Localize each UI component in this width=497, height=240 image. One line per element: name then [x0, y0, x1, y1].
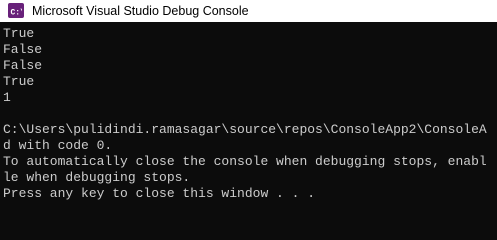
console-line: To automatically close the console when … [3, 154, 487, 169]
console-line: False [3, 58, 43, 73]
svg-text:C:\: C:\ [11, 8, 23, 16]
window-title: Microsoft Visual Studio Debug Console [32, 4, 249, 18]
console-line: le when debugging stops. [3, 170, 191, 185]
console-line: C:\Users\pulidindi.ramasagar\source\repo… [3, 122, 487, 137]
console-line: True [3, 26, 35, 41]
vs-console-icon: C:\ [8, 3, 24, 18]
console-line: d with code 0. [3, 138, 113, 153]
console-line: 1 [3, 90, 11, 105]
console-line: True [3, 74, 35, 89]
console-line: Press any key to close this window . . . [3, 186, 316, 201]
debug-console-window: C:\ Microsoft Visual Studio Debug Consol… [0, 0, 497, 228]
title-bar[interactable]: C:\ Microsoft Visual Studio Debug Consol… [0, 0, 497, 22]
console-output[interactable]: True False False True 1 C:\Users\pulidin… [0, 22, 497, 228]
console-line: False [3, 42, 43, 57]
